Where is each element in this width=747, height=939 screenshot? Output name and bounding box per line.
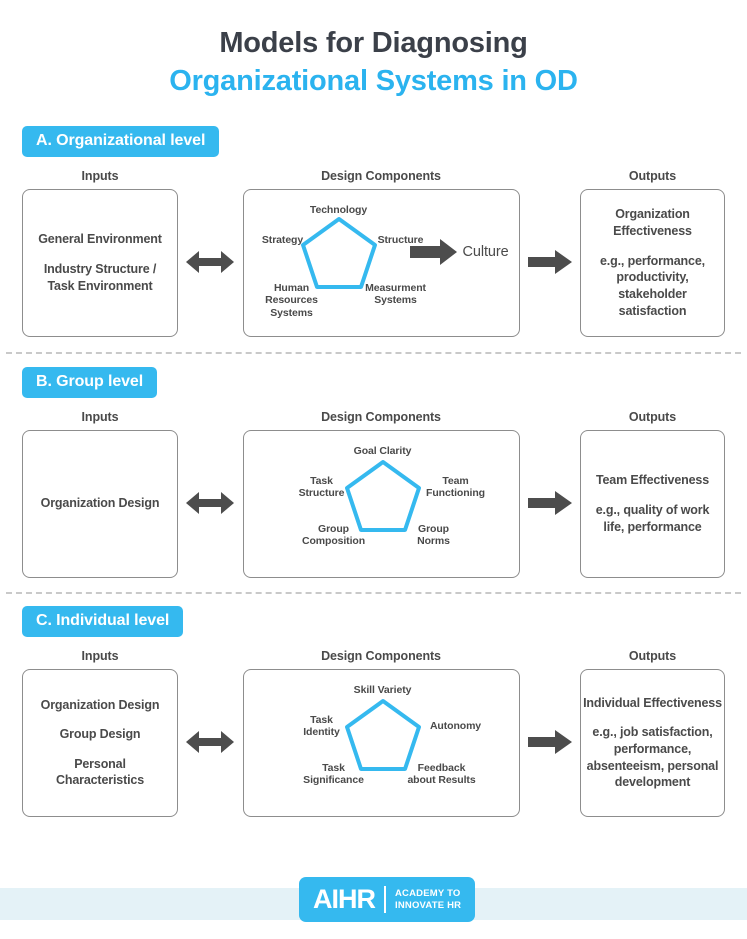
pentagon-diagram-c: Skill Variety Task Identity Autonomy Tas… <box>244 670 519 816</box>
outputs-panel-a: Organization Effectiveness e.g., perform… <box>580 188 725 337</box>
inputs-panel-b: Organization Design <box>22 429 178 578</box>
design-components-panel-b: Goal Clarity Task Structure Team Functio… <box>242 429 520 578</box>
bidirectional-arrow-b <box>178 410 243 578</box>
bidirectional-arrow-c <box>178 649 243 817</box>
forward-arrow-b <box>520 410 581 578</box>
inputs-item: Industry Structure / Task Environment <box>43 261 157 293</box>
outputs-column-b: Outputs Team Effectiveness e.g., quality… <box>580 410 725 578</box>
pentagon-diagram-b: Goal Clarity Task Structure Team Functio… <box>244 431 519 577</box>
section-badge-b: B. Group level <box>22 366 158 398</box>
page-title: Models for Diagnosing Organizational Sys… <box>0 0 747 100</box>
section-individual-level: C. Individual level Inputs Organization … <box>0 605 747 817</box>
column-header-design-a: Design Components <box>321 168 441 183</box>
outputs-examples: e.g., performance, productivity, stakeho… <box>600 253 705 318</box>
outputs-column-a: Outputs Organization Effectiveness e.g.,… <box>580 169 725 337</box>
inputs-item: General Environment <box>38 232 162 247</box>
column-header-inputs-c: Inputs <box>81 648 119 663</box>
inputs-item: Organization Design <box>40 496 160 511</box>
outputs-title: Individual Effectiveness <box>583 695 722 710</box>
outputs-panel-c: Individual Effectiveness e.g., job satis… <box>580 668 725 817</box>
culture-label: Culture <box>462 243 509 260</box>
column-header-design-b: Design Components <box>321 409 441 424</box>
inputs-item: Organization Design <box>40 697 160 712</box>
section-divider-1 <box>6 351 741 354</box>
outputs-examples: e.g., quality of work life, performance <box>595 502 710 534</box>
design-components-column-b: Design Components Goal Clarity Task Stru… <box>242 409 520 578</box>
column-header-inputs-b: Inputs <box>81 409 119 424</box>
design-components-column-a: Design Components Technology Strategy St… <box>242 168 520 337</box>
inputs-column-c: Inputs Organization Design Group Design … <box>22 649 178 817</box>
logo-tagline: ACADEMY TO INNOVATE HR <box>395 887 462 911</box>
logo-wordmark: AIHR <box>313 884 376 914</box>
section-divider-2 <box>6 591 741 594</box>
section-organizational-level: A. Organizational level Inputs General E… <box>0 125 747 337</box>
section-badge-a: A. Organizational level <box>22 125 220 157</box>
aihr-logo: AIHR ACADEMY TO INNOVATE HR <box>299 877 476 922</box>
inputs-panel-c: Organization Design Group Design Persona… <box>22 668 178 817</box>
column-header-outputs-a: Outputs <box>628 168 677 183</box>
design-components-panel-a: Technology Strategy Structure Human Reso… <box>242 188 520 337</box>
title-line-1: Models for Diagnosing <box>219 27 528 59</box>
outputs-title: Organization Effectiveness <box>613 207 692 238</box>
column-header-inputs-a: Inputs <box>81 168 119 183</box>
inputs-panel-a: General Environment Industry Structure /… <box>22 188 178 337</box>
pentagon-diagram-a: Technology Strategy Structure Human Reso… <box>244 190 519 336</box>
inputs-column-b: Inputs Organization Design <box>22 410 178 578</box>
inputs-item: Personal Characteristics <box>55 756 145 788</box>
column-header-outputs-c: Outputs <box>628 648 677 663</box>
logo-divider <box>384 886 386 913</box>
outputs-column-c: Outputs Individual Effectiveness e.g., j… <box>580 649 725 817</box>
section-badge-c: C. Individual level <box>22 605 184 637</box>
section-group-level: B. Group level Inputs Organization Desig… <box>0 366 747 578</box>
outputs-examples: e.g., job satisfaction, performance, abs… <box>586 725 719 790</box>
outputs-title: Team Effectiveness <box>595 473 710 488</box>
forward-arrow-a <box>520 169 581 337</box>
design-components-column-c: Design Components Skill Variety Task Ide… <box>242 648 520 817</box>
title-line-2: Organizational Systems in OD <box>169 65 578 98</box>
outputs-panel-b: Team Effectiveness e.g., quality of work… <box>580 429 725 578</box>
column-header-outputs-b: Outputs <box>628 409 677 424</box>
column-header-design-c: Design Components <box>321 648 441 663</box>
forward-arrow-c <box>520 649 581 817</box>
inputs-item: Group Design <box>59 727 141 742</box>
bidirectional-arrow-a <box>178 169 243 337</box>
design-components-panel-c: Skill Variety Task Identity Autonomy Tas… <box>242 668 520 817</box>
inputs-column-a: Inputs General Environment Industry Stru… <box>22 169 178 337</box>
